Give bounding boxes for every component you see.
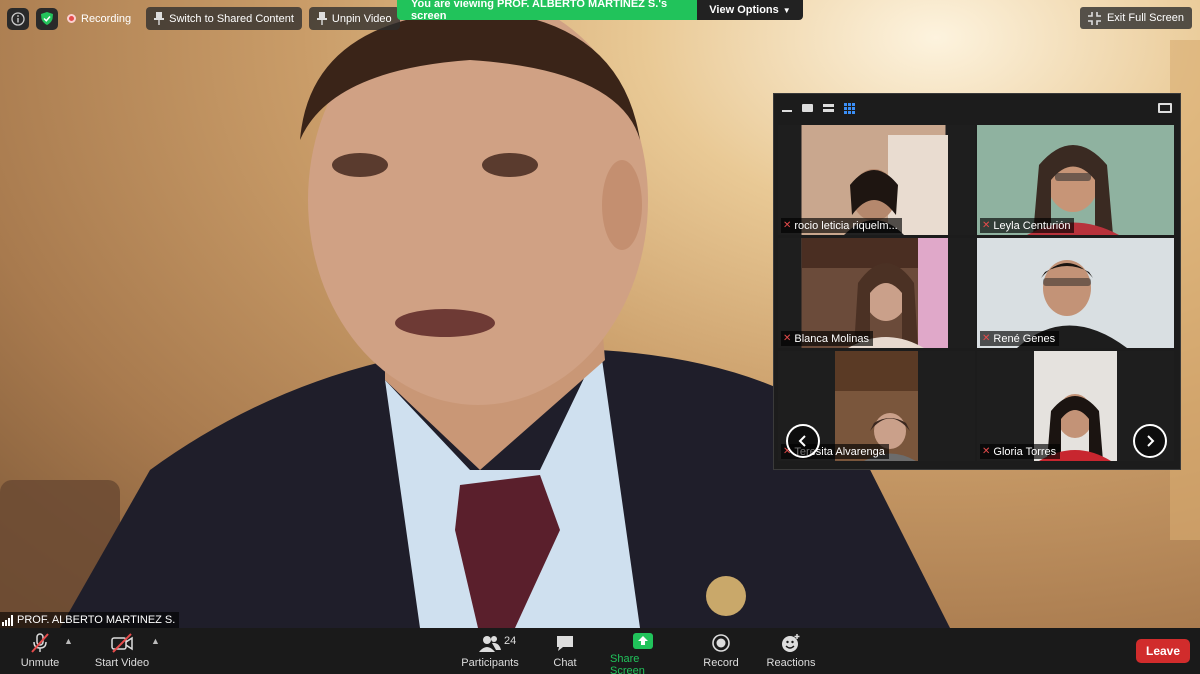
view-options-button[interactable]: View Options ▼ [697, 0, 803, 20]
muted-mic-icon: ✕ [783, 333, 792, 344]
participant-name-tag: ✕ Leyla Centurión [980, 218, 1075, 233]
top-left-toolbar: Recording Switch to Shared Content Unpin… [7, 7, 400, 30]
previous-page-button[interactable] [786, 424, 820, 458]
recording-label: Recording [81, 12, 132, 25]
unpin-label: Unpin Video [331, 12, 392, 25]
participant-name-tag: ✕ René Genes [980, 331, 1060, 346]
start-video-button[interactable]: Start Video [94, 628, 150, 674]
video-tile-2[interactable]: ✕ Leyla Centurión [977, 125, 1174, 235]
participants-icon: 24 [478, 632, 516, 654]
reactions-label: Reactions [766, 657, 816, 669]
chevron-left-icon [798, 435, 806, 447]
enter-fullscreen-gallery-icon[interactable] [1158, 103, 1172, 113]
chevron-right-icon [1147, 435, 1155, 447]
participants-count: 24 [504, 635, 517, 647]
view-options-label: View Options [709, 4, 779, 16]
unmute-label: Unmute [20, 657, 60, 669]
muted-mic-icon: ✕ [982, 220, 991, 231]
unpin-video-button[interactable]: Unpin Video [308, 7, 400, 30]
participant-name-tag: ✕ rocio leticia riquelm... [781, 218, 902, 233]
record-label: Record [703, 657, 739, 669]
exit-full-screen-button[interactable]: Exit Full Screen [1079, 7, 1192, 29]
switch-label: Switch to Shared Content [169, 12, 294, 25]
unmute-button[interactable]: Unmute [18, 628, 62, 674]
video-off-icon [110, 632, 134, 654]
recording-dot-icon [67, 14, 76, 23]
participant-name: Leyla Centurión [993, 219, 1071, 232]
chat-icon [555, 632, 575, 654]
chat-button[interactable]: Chat [545, 628, 585, 674]
video-options-chevron-icon[interactable]: ▲ [151, 636, 160, 646]
security-shield-icon[interactable] [36, 7, 58, 30]
participants-button[interactable]: 24 Participants [461, 628, 519, 674]
meeting-controls-bar: Unmute ▲ Start Video ▲ 24 Participants C… [0, 628, 1200, 674]
exit-full-screen-label: Exit Full Screen [1106, 12, 1184, 24]
exit-fullscreen-icon [1087, 11, 1101, 25]
speaker-name-tag: PROF. ALBERTO MARTINEZ S. [0, 612, 180, 628]
audio-options-chevron-icon[interactable]: ▲ [64, 636, 73, 646]
muted-microphone-icon [29, 632, 51, 654]
video-tile-3[interactable]: ✕ Blanca Molinas [778, 238, 975, 348]
leave-meeting-button[interactable]: Leave [1136, 639, 1190, 663]
participant-name-tag: ✕ Gloria Torres [980, 444, 1061, 459]
share-screen-label: Share Screen [610, 653, 645, 674]
gallery-header [774, 94, 1180, 122]
viewing-screen-text: You are viewing PROF. ALBERTO MARTINEZ S… [397, 0, 697, 20]
video-tile-1[interactable]: ✕ rocio leticia riquelm... [778, 125, 975, 235]
meeting-info-icon[interactable] [7, 7, 29, 30]
speaker-name: PROF. ALBERTO MARTINEZ S. [17, 614, 176, 626]
muted-mic-icon: ✕ [982, 333, 991, 344]
next-page-button[interactable] [1133, 424, 1167, 458]
reactions-icon [780, 632, 802, 654]
screen-share-banner: You are viewing PROF. ALBERTO MARTINEZ S… [397, 0, 803, 20]
muted-mic-icon: ✕ [783, 220, 792, 231]
participant-name: rocio leticia riquelm... [794, 219, 898, 232]
pin-icon [154, 12, 165, 25]
participant-name: Blanca Molinas [794, 332, 869, 345]
participants-label: Participants [461, 657, 519, 669]
speaker-view-icon[interactable] [802, 104, 813, 112]
gallery-view-icon[interactable] [844, 102, 855, 114]
chevron-down-icon: ▼ [782, 5, 791, 15]
participant-name-tag: ✕ Blanca Molinas [781, 331, 873, 346]
minimize-icon[interactable] [782, 110, 792, 112]
video-tile-4[interactable]: ✕ René Genes [977, 238, 1174, 348]
switch-to-shared-content-button[interactable]: Switch to Shared Content [146, 7, 302, 30]
reactions-button[interactable]: Reactions [766, 628, 816, 674]
connection-signal-icon [2, 614, 13, 626]
share-screen-button[interactable]: Share Screen [610, 628, 676, 674]
participant-name: René Genes [993, 332, 1056, 345]
start-video-label: Start Video [94, 657, 150, 669]
participant-name: Gloria Torres [993, 445, 1057, 458]
chat-label: Chat [553, 657, 577, 669]
record-button[interactable]: Record [700, 628, 742, 674]
gallery-panel: ✕ rocio leticia riquelm... ✕ Leyla Centu… [773, 93, 1181, 470]
pin-icon [316, 12, 327, 25]
muted-mic-icon: ✕ [982, 446, 991, 457]
recording-indicator[interactable]: Recording [65, 7, 139, 30]
record-icon [711, 632, 731, 654]
strip-view-icon[interactable] [823, 104, 834, 112]
share-screen-icon [632, 632, 654, 650]
